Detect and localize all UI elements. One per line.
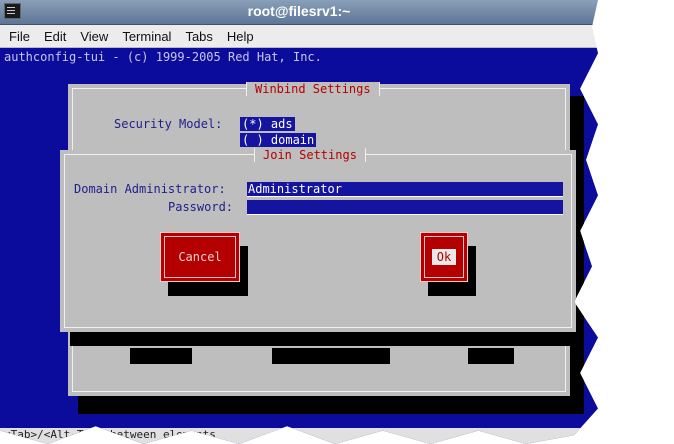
- security-model-label: Security Model:: [114, 117, 223, 131]
- shadow-block-1: [130, 348, 192, 364]
- menu-tabs[interactable]: Tabs: [185, 29, 212, 44]
- menu-edit[interactable]: Edit: [44, 29, 66, 44]
- header-line: authconfig-tui - (c) 1999-2005 Red Hat, …: [4, 50, 322, 64]
- password-input[interactable]: [247, 200, 563, 215]
- menu-terminal[interactable]: Terminal: [122, 29, 171, 44]
- title-bar[interactable]: root@filesrv1:~: [0, 0, 598, 25]
- status-line: <Tab>/<Alt-Tab> between elements: [0, 428, 598, 444]
- menu-help[interactable]: Help: [227, 29, 254, 44]
- winbind-shadow: [78, 396, 584, 414]
- menu-view[interactable]: View: [80, 29, 108, 44]
- join-shadow-bottom: [70, 332, 582, 346]
- cancel-button[interactable]: Cancel: [160, 232, 240, 282]
- menu-bar: File Edit View Terminal Tabs Help: [0, 25, 598, 48]
- window-title: root@filesrv1:~: [247, 3, 351, 19]
- ok-button-label: Ok: [431, 249, 457, 265]
- password-label: Password:: [168, 200, 234, 214]
- join-title: Join Settings: [254, 148, 366, 162]
- terminal-window: root@filesrv1:~ File Edit View Terminal …: [0, 0, 598, 444]
- shadow-block-2: [272, 348, 390, 364]
- ok-button[interactable]: Ok: [420, 232, 468, 282]
- terminal-area[interactable]: authconfig-tui - (c) 1999-2005 Red Hat, …: [0, 48, 598, 444]
- cancel-button-label: Cancel: [178, 250, 222, 264]
- domain-admin-label: Domain Administrator:: [74, 182, 226, 196]
- menu-file[interactable]: File: [9, 29, 30, 44]
- join-shadow-right: [576, 160, 584, 346]
- radio-domain[interactable]: ( ) domain: [240, 133, 317, 147]
- shadow-block-3: [468, 348, 514, 364]
- join-dialog: Join Settings Domain Administrator: Admi…: [60, 148, 576, 332]
- winbind-title: Winbind Settings: [246, 82, 380, 96]
- radio-ads[interactable]: (*) ads: [240, 117, 295, 131]
- domain-admin-input[interactable]: Administrator: [247, 182, 563, 197]
